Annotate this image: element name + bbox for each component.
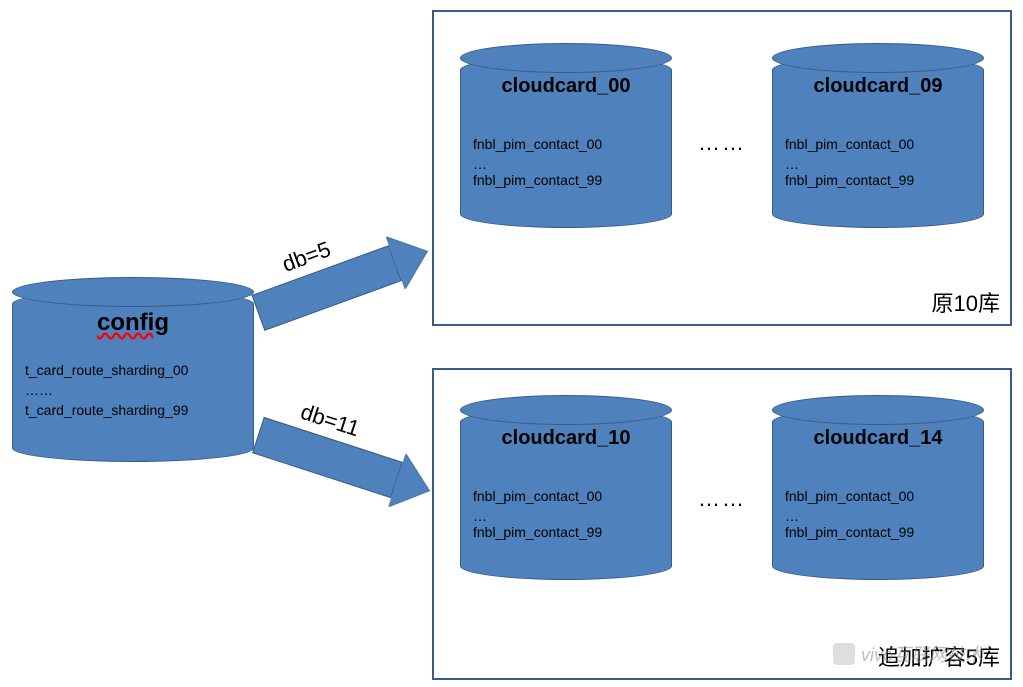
arrow-db5: db=5 bbox=[250, 230, 435, 335]
cylinder-lid bbox=[460, 43, 672, 73]
cloudcard-00-line2: fnbl_pim_contact_99 bbox=[473, 171, 663, 190]
cylinder-body: cloudcard_00 fnbl_pim_contact_00 … fnbl_… bbox=[460, 56, 672, 228]
cloudcard-14-line1: fnbl_pim_contact_00 bbox=[785, 487, 975, 506]
cloudcard-09-line1: fnbl_pim_contact_00 bbox=[785, 135, 975, 154]
config-db-line1: t_card_route_sharding_00 bbox=[25, 361, 245, 380]
cloudcard-14-title: cloudcard_14 bbox=[773, 427, 983, 450]
arrow-shape bbox=[250, 230, 435, 335]
config-db-cylinder: config t_card_route_sharding_00 …… t_car… bbox=[12, 290, 252, 460]
watermark: vivo互联网技术 bbox=[833, 641, 983, 667]
config-db-dots: …… bbox=[25, 381, 245, 400]
cylinder-lid bbox=[12, 277, 254, 307]
cylinder-body: cloudcard_09 fnbl_pim_contact_00 … fnbl_… bbox=[772, 56, 984, 228]
cloudcard-09-cylinder: cloudcard_09 fnbl_pim_contact_00 … fnbl_… bbox=[772, 56, 982, 226]
cloudcard-14-line2: fnbl_pim_contact_99 bbox=[785, 523, 975, 542]
bottom-ellipsis: …… bbox=[698, 486, 746, 512]
cylinder-lid bbox=[460, 395, 672, 425]
cylinder-body: cloudcard_14 fnbl_pim_contact_00 … fnbl_… bbox=[772, 408, 984, 580]
cylinder-body: cloudcard_10 fnbl_pim_contact_00 … fnbl_… bbox=[460, 408, 672, 580]
cloudcard-00-line1: fnbl_pim_contact_00 bbox=[473, 135, 663, 154]
cloudcard-09-title: cloudcard_09 bbox=[773, 75, 983, 98]
arrow-db11: db=11 bbox=[251, 413, 436, 512]
cloudcard-00-cylinder: cloudcard_00 fnbl_pim_contact_00 … fnbl_… bbox=[460, 56, 670, 226]
cloudcard-10-cylinder: cloudcard_10 fnbl_pim_contact_00 … fnbl_… bbox=[460, 408, 670, 578]
top-ellipsis: …… bbox=[698, 130, 746, 156]
cloudcard-09-line2: fnbl_pim_contact_99 bbox=[785, 171, 975, 190]
config-db-title: config bbox=[13, 309, 253, 337]
config-db-line2: t_card_route_sharding_99 bbox=[25, 401, 245, 420]
wechat-icon bbox=[833, 643, 855, 665]
cylinder-lid bbox=[772, 43, 984, 73]
original-10-db-label: 原10库 bbox=[932, 286, 1000, 318]
watermark-text: vivo互联网技术 bbox=[861, 641, 983, 667]
cloudcard-10-line2: fnbl_pim_contact_99 bbox=[473, 523, 663, 542]
cloudcard-10-title: cloudcard_10 bbox=[461, 427, 671, 450]
cloudcard-10-line1: fnbl_pim_contact_00 bbox=[473, 487, 663, 506]
cloudcard-00-title: cloudcard_00 bbox=[461, 75, 671, 98]
cylinder-lid bbox=[772, 395, 984, 425]
cylinder-body: config t_card_route_sharding_00 …… t_car… bbox=[12, 290, 254, 462]
cloudcard-14-cylinder: cloudcard_14 fnbl_pim_contact_00 … fnbl_… bbox=[772, 408, 982, 578]
